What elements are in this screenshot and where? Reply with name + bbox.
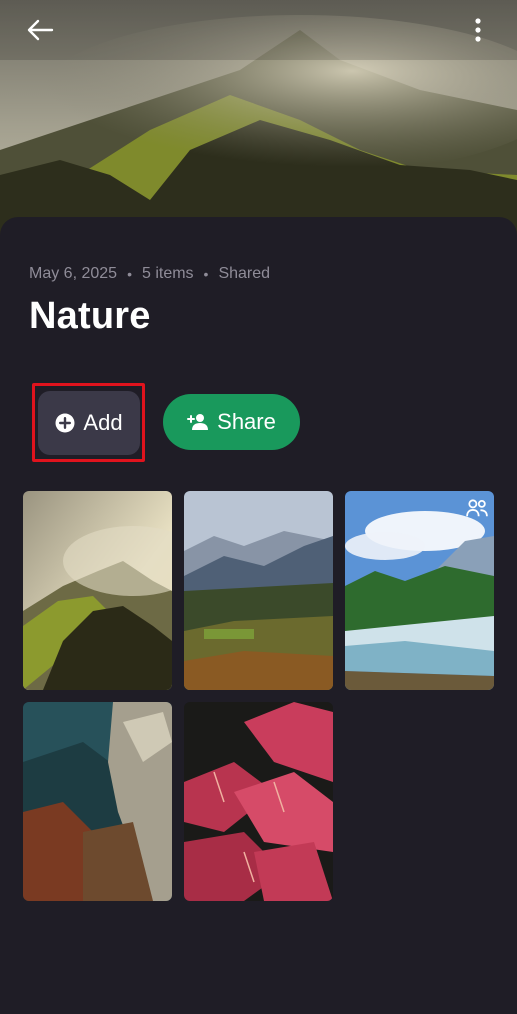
river-rapids-image: [345, 491, 494, 690]
album-title: Nature: [29, 295, 151, 337]
meta-separator: •: [203, 266, 209, 282]
rocky-coast-image: [23, 702, 172, 901]
back-button[interactable]: [18, 10, 62, 50]
red-leaves-image: [184, 702, 333, 901]
foggy-hill-image: [23, 491, 172, 690]
album-screen: May 6, 2025 • 5 items • Shared Nature Ad…: [0, 0, 517, 1014]
more-vertical-icon: [475, 18, 481, 42]
album-item-count: 5 items: [141, 265, 194, 282]
photo-thumbnail[interactable]: [23, 491, 172, 690]
more-options-button[interactable]: [458, 10, 498, 50]
album-meta: May 6, 2025 • 5 items • Shared: [29, 262, 270, 286]
share-button-label: Share: [217, 409, 276, 434]
share-button[interactable]: Share: [163, 394, 300, 450]
photo-thumbnail[interactable]: [184, 491, 333, 690]
add-button-label: Add: [83, 410, 123, 435]
mountain-valley-image: [184, 491, 333, 690]
photo-thumbnail[interactable]: [345, 491, 494, 690]
add-person-icon: [187, 414, 209, 430]
top-app-bar: [0, 0, 517, 60]
add-button[interactable]: Add: [38, 391, 140, 455]
album-date: May 6, 2025: [29, 265, 118, 282]
meta-separator: •: [127, 266, 132, 282]
shared-badge: [466, 497, 488, 519]
arrow-left-icon: [27, 19, 54, 41]
plus-circle-icon: [55, 413, 75, 433]
people-icon: [466, 499, 488, 517]
photo-thumbnail[interactable]: [184, 702, 333, 901]
photo-thumbnail[interactable]: [23, 702, 172, 901]
album-visibility: Shared: [218, 265, 271, 282]
